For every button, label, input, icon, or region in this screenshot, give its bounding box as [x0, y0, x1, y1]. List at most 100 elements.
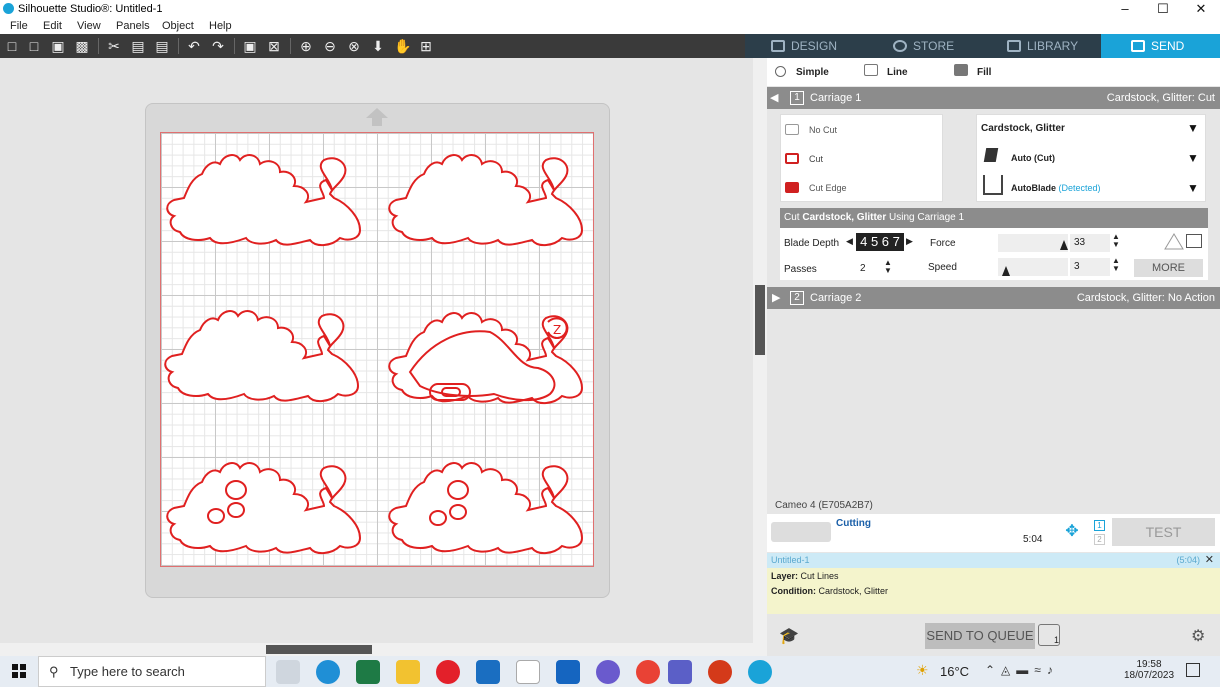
cut-option[interactable]: Cut	[785, 153, 823, 164]
condition-info-value: Cardstock, Glitter	[818, 586, 889, 596]
horizontal-scroll-thumb[interactable]	[266, 645, 372, 654]
speed-stepper[interactable]: ▲ ▼	[1112, 257, 1120, 273]
tool-alignment-icon[interactable]	[1164, 232, 1184, 250]
maximize-button[interactable]: ☐	[1144, 0, 1182, 18]
undo-icon[interactable]: ↶	[186, 38, 202, 54]
zoom-fit-icon[interactable]: ⊗	[346, 38, 362, 54]
test-button[interactable]: TEST	[1112, 518, 1215, 546]
task-view-icon[interactable]	[276, 660, 300, 684]
passes-input[interactable]: 2	[856, 260, 884, 278]
pan-icon[interactable]: ✋	[394, 38, 411, 54]
blade-depth-selector[interactable]: 4 5 6 7 8	[856, 233, 904, 267]
excel-icon[interactable]	[356, 660, 380, 684]
no-cut-option[interactable]: No Cut	[785, 124, 837, 135]
deselect-icon[interactable]: ⊠	[266, 38, 282, 54]
slot-2[interactable]: 2	[1094, 534, 1105, 545]
fill-mode-icon[interactable]	[954, 64, 968, 76]
menu-edit[interactable]: Edit	[43, 20, 62, 32]
menu-help[interactable]: Help	[209, 20, 232, 32]
tab-store[interactable]: STORE	[893, 34, 954, 58]
send-to-queue-button[interactable]: SEND TO QUEUE	[925, 623, 1035, 649]
ea-icon[interactable]	[708, 660, 732, 684]
tab-design-label: DESIGN	[791, 39, 838, 53]
material-dropdown[interactable]: Cardstock, Glitter	[981, 123, 1065, 134]
move-down-icon[interactable]: ⬇	[370, 38, 386, 54]
collapse-icon[interactable]: ◀	[770, 87, 778, 109]
menu-object[interactable]: Object	[162, 20, 194, 32]
silhouette-taskbar-icon[interactable]	[748, 660, 772, 684]
chrome-icon[interactable]	[636, 660, 660, 684]
slot-1[interactable]: 1	[1094, 520, 1105, 531]
tool-dropdown-arrow-icon[interactable]: ▼	[1187, 181, 1199, 195]
clock[interactable]: 19:58 18/07/2023	[1124, 659, 1174, 681]
settings-gear-icon[interactable]: ⚙	[1191, 626, 1205, 646]
menu-file[interactable]: File	[10, 20, 28, 32]
blade-depth-right-arrow-icon[interactable]: ▶	[906, 236, 913, 247]
close-button[interactable]: ✕	[1182, 0, 1220, 18]
horizontal-scrollbar[interactable]	[0, 643, 767, 656]
preview-box-icon[interactable]	[1186, 234, 1202, 248]
mode-fill[interactable]: Fill	[977, 67, 991, 78]
file-explorer-icon[interactable]	[396, 660, 420, 684]
copy-icon[interactable]: ▤	[130, 38, 146, 54]
mode-simple[interactable]: Simple	[796, 67, 829, 78]
expand-icon[interactable]: ▶	[772, 287, 780, 309]
select-all-icon[interactable]: ▣	[242, 38, 258, 54]
system-tray-icons[interactable]: ⌃◬▬≈♪	[985, 663, 1059, 677]
tool-dropdown[interactable]: AutoBlade (Detected)	[1011, 183, 1101, 193]
carriage-1-header[interactable]: ◀ 1 Carriage 1 Cardstock, Glitter: Cut	[767, 87, 1220, 109]
paste-icon[interactable]: ▤	[154, 38, 170, 54]
teams-icon[interactable]	[668, 660, 692, 684]
opera-icon[interactable]	[436, 660, 460, 684]
vertical-scroll-thumb[interactable]	[755, 285, 765, 355]
queue-count-icon[interactable]: 1	[1038, 624, 1060, 646]
cut-shapes[interactable]: Z	[160, 132, 594, 567]
force-slider[interactable]	[998, 234, 1068, 252]
tab-design[interactable]: DESIGN	[771, 34, 837, 58]
zoom-out-icon[interactable]: ⊖	[322, 38, 338, 54]
notepad-icon[interactable]	[516, 660, 540, 684]
open-icon[interactable]: □	[26, 38, 42, 54]
menu-panels[interactable]: Panels	[116, 20, 150, 32]
zoom-in-icon[interactable]: ⊕	[298, 38, 314, 54]
simple-radio-icon[interactable]	[775, 66, 786, 77]
action-dropdown[interactable]: Auto (Cut)	[1011, 153, 1055, 163]
redo-icon[interactable]: ↷	[210, 38, 226, 54]
save-icon[interactable]: ▣	[50, 38, 66, 54]
action-dropdown-arrow-icon[interactable]: ▼	[1187, 151, 1199, 165]
weather-icon[interactable]: ☀	[916, 662, 929, 679]
move-arrows-icon[interactable]: ✥	[1055, 520, 1089, 544]
windows-start-icon[interactable]	[12, 664, 26, 678]
speed-slider-handle[interactable]	[1002, 266, 1010, 276]
speed-input[interactable]: 3	[1070, 258, 1110, 276]
line-mode-icon[interactable]	[864, 64, 878, 76]
blade-depth-left-arrow-icon[interactable]: ◀	[846, 236, 853, 247]
force-slider-handle[interactable]	[1060, 240, 1068, 250]
close-job-icon[interactable]: ✕	[1205, 553, 1214, 568]
store-app-icon[interactable]	[556, 660, 580, 684]
cut-icon[interactable]: ✂	[106, 38, 122, 54]
force-input[interactable]: 33	[1070, 234, 1110, 252]
carriage-1-number: 1	[790, 91, 804, 105]
minimize-button[interactable]: –	[1106, 0, 1144, 18]
notifications-icon[interactable]	[1186, 663, 1200, 677]
edge-icon[interactable]	[316, 660, 340, 684]
taskbar-search[interactable]: ⚲ Type here to search	[38, 656, 266, 687]
tab-library[interactable]: LIBRARY	[1007, 34, 1078, 58]
app-icon-violet[interactable]	[596, 660, 620, 684]
mode-line[interactable]: Line	[887, 67, 908, 78]
more-button[interactable]: MORE	[1134, 259, 1203, 277]
print-icon[interactable]: ▩	[74, 38, 90, 54]
carriage-2-header[interactable]: ▶ 2 Carriage 2 Cardstock, Glitter: No Ac…	[767, 287, 1220, 309]
cut-edge-option[interactable]: Cut Edge	[785, 182, 847, 193]
material-dropdown-arrow-icon[interactable]: ▼	[1187, 121, 1199, 135]
new-icon[interactable]: □	[4, 38, 20, 54]
tab-send[interactable]: SEND	[1101, 34, 1220, 58]
mail-icon[interactable]	[476, 660, 500, 684]
add-page-icon[interactable]: ⊞	[418, 38, 434, 54]
menu-view[interactable]: View	[77, 20, 101, 32]
temperature[interactable]: 16°C	[940, 664, 969, 679]
passes-stepper[interactable]: ▲ ▼	[884, 259, 892, 275]
force-stepper[interactable]: ▲ ▼	[1112, 233, 1120, 249]
tutorial-icon[interactable]: 🎓	[779, 626, 799, 646]
